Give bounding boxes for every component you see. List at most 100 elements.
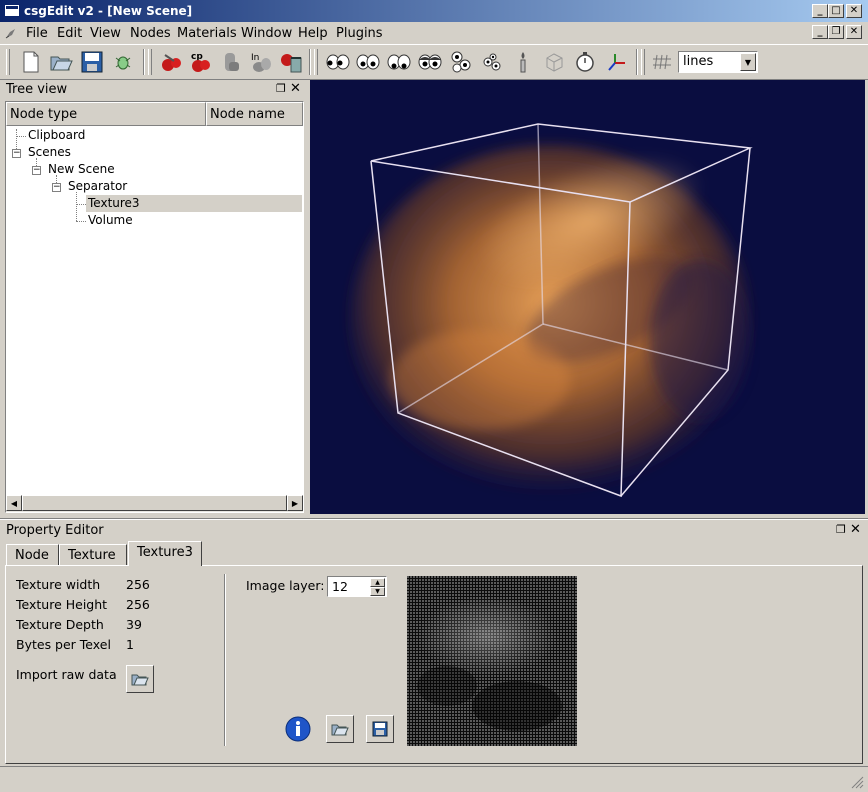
cut-icon[interactable]	[158, 49, 184, 75]
property-label: Bytes per Texel	[16, 637, 111, 652]
bug-icon[interactable]	[110, 49, 136, 75]
eyes-look-left-icon[interactable]	[325, 49, 351, 75]
toolbar-separator	[143, 49, 145, 75]
axes-icon[interactable]	[603, 49, 629, 75]
delete-icon[interactable]	[278, 49, 304, 75]
grid-icon[interactable]	[649, 49, 675, 75]
paste-into-icon[interactable]: In	[248, 49, 274, 75]
float-dock-icon[interactable]: ❐	[836, 523, 846, 536]
property-label: Texture Height	[16, 597, 108, 612]
vertical-divider	[224, 574, 226, 746]
info-icon[interactable]	[285, 716, 311, 742]
chevron-down-icon[interactable]: ▼	[740, 53, 756, 71]
menu-plugins[interactable]: Plugins	[336, 26, 383, 41]
candle-icon[interactable]	[510, 49, 536, 75]
maximize-button[interactable]: □	[828, 4, 844, 18]
eyes-look-front-icon[interactable]	[355, 49, 381, 75]
property-label: Texture Depth	[16, 617, 104, 632]
paste-icon[interactable]	[218, 49, 244, 75]
scroll-left-icon[interactable]: ◀	[6, 495, 22, 511]
minimize-button[interactable]: _	[812, 4, 828, 18]
tree-item-new-scene[interactable]: New Scene	[48, 162, 115, 179]
float-dock-icon[interactable]: ❐	[276, 82, 286, 95]
tree-item-separator[interactable]: Separator	[68, 179, 127, 196]
toolbar-separator	[309, 49, 311, 75]
tree-line	[16, 136, 26, 137]
toolbar-grip[interactable]	[6, 49, 10, 75]
wireframe-cube-icon[interactable]	[541, 49, 567, 75]
save-image-button[interactable]	[366, 715, 394, 743]
tree-view[interactable]: Node type Node name Clipboard − Scenes −…	[5, 101, 304, 513]
image-layer-spinbox[interactable]: 12 ▲ ▼	[327, 576, 387, 597]
render-mode-select[interactable]: lines ▼	[678, 51, 758, 73]
eyes-rotate-icon[interactable]	[448, 49, 474, 75]
eyes-iso-icon[interactable]	[479, 49, 505, 75]
new-document-icon[interactable]	[18, 49, 44, 75]
tree-item-scenes[interactable]: Scenes	[28, 145, 71, 162]
document-menu-icon[interactable]	[4, 27, 17, 40]
load-image-button[interactable]	[326, 715, 354, 743]
eyes-look-down-icon[interactable]	[386, 49, 412, 75]
tree-view-title: Tree view	[6, 82, 68, 97]
open-folder-icon	[331, 724, 349, 736]
property-value: 1	[126, 637, 134, 652]
toolbar-grip[interactable]	[314, 49, 318, 75]
save-disk-icon	[372, 721, 388, 737]
tab-texture[interactable]: Texture	[59, 544, 127, 566]
open-folder-icon[interactable]	[48, 49, 74, 75]
mdi-restore-button[interactable]: ❐	[828, 25, 844, 39]
image-layer-value: 12	[332, 579, 348, 594]
title-bar: csgEdit v2 - [New Scene] _ □ ✕	[0, 0, 868, 22]
menu-view[interactable]: View	[90, 26, 121, 41]
status-bar	[0, 766, 868, 791]
eyes-look-back-icon[interactable]	[417, 49, 443, 75]
spin-up-icon[interactable]: ▲	[370, 578, 385, 587]
main-toolbar: cp In lines ▼	[0, 44, 868, 80]
toolbar-separator	[636, 49, 638, 75]
menu-help[interactable]: Help	[298, 26, 328, 41]
tree-item-volume[interactable]: Volume	[88, 213, 133, 230]
column-header-node-name[interactable]: Node name	[206, 102, 303, 126]
tree-line	[76, 192, 77, 221]
resize-grip-icon[interactable]	[850, 775, 864, 789]
scrollbar-thumb[interactable]	[22, 495, 287, 511]
close-dock-icon[interactable]: ✕	[850, 522, 861, 537]
tree-line	[76, 221, 86, 222]
toolbar-grip[interactable]	[148, 49, 152, 75]
app-icon	[4, 4, 20, 17]
menu-file[interactable]: File	[26, 26, 48, 41]
3d-viewport[interactable]	[310, 80, 865, 514]
volume-render	[350, 123, 753, 498]
property-label: Texture width	[16, 577, 101, 592]
import-raw-button[interactable]	[126, 665, 154, 693]
property-value: 256	[126, 597, 150, 612]
property-value: 39	[126, 617, 142, 632]
spin-down-icon[interactable]: ▼	[370, 587, 385, 596]
tree-item-clipboard[interactable]: Clipboard	[28, 128, 85, 145]
menu-window[interactable]: Window	[241, 26, 292, 41]
collapse-icon[interactable]: −	[32, 166, 41, 175]
menu-materials[interactable]: Materials	[177, 26, 237, 41]
menu-edit[interactable]: Edit	[57, 26, 82, 41]
mdi-close-button[interactable]: ✕	[846, 25, 862, 39]
collapse-icon[interactable]: −	[52, 183, 61, 192]
close-window-button[interactable]: ✕	[846, 4, 862, 18]
save-disk-icon[interactable]	[79, 49, 105, 75]
tree-line	[76, 204, 86, 205]
mdi-minimize-button[interactable]: _	[812, 25, 828, 39]
menu-nodes[interactable]: Nodes	[130, 26, 171, 41]
tab-node[interactable]: Node	[6, 544, 59, 566]
splitter[interactable]	[0, 518, 868, 520]
column-header-node-type[interactable]: Node type	[6, 102, 206, 126]
tab-texture3[interactable]: Texture3	[128, 541, 202, 566]
open-folder-icon	[131, 674, 149, 686]
stopwatch-icon[interactable]	[572, 49, 598, 75]
horizontal-scrollbar[interactable]: ◀ ▶	[6, 495, 303, 512]
close-dock-icon[interactable]: ✕	[290, 81, 301, 96]
collapse-icon[interactable]: −	[12, 149, 21, 158]
property-value: 256	[126, 577, 150, 592]
copy-icon[interactable]: cp	[188, 49, 214, 75]
toolbar-grip[interactable]	[641, 49, 645, 75]
scroll-right-icon[interactable]: ▶	[287, 495, 303, 511]
tree-item-texture3[interactable]: Texture3	[88, 196, 140, 213]
